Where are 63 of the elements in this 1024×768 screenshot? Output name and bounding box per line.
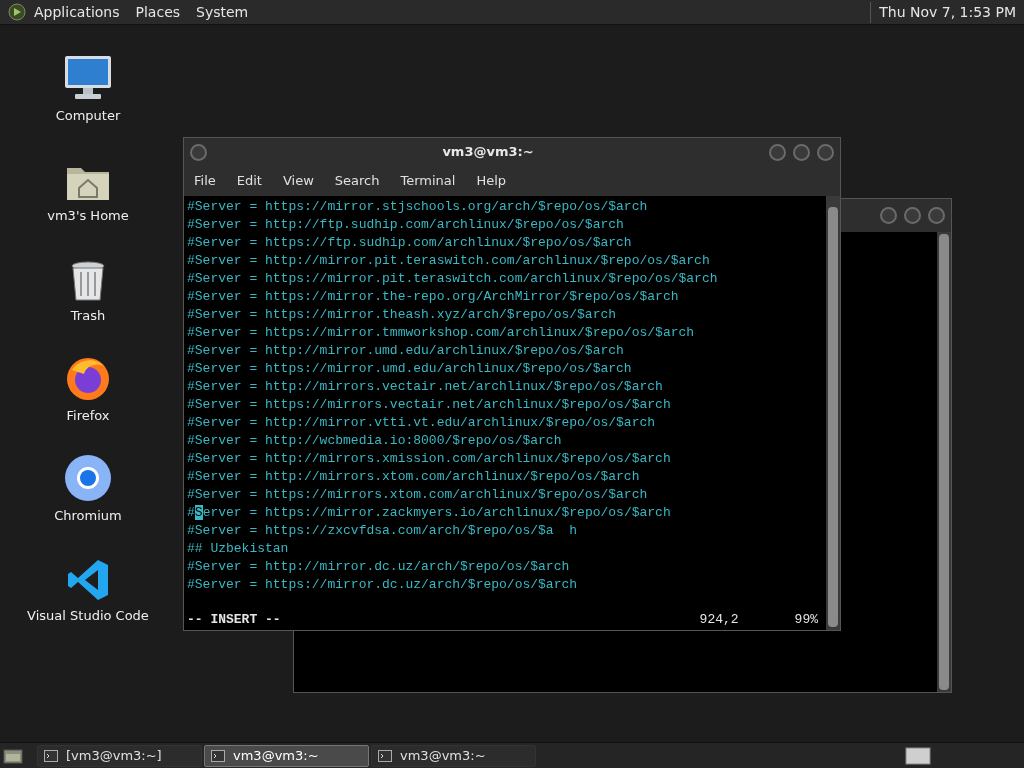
file-line: #Server = https://mirror.pit.teraswitch.com/archlinux/$repo/os/$arch	[187, 271, 718, 286]
show-desktop-icon[interactable]	[3, 746, 23, 765]
trash-can-icon	[69, 259, 107, 302]
desktop-icon-label[interactable]: Computer	[55, 105, 121, 125]
close-button[interactable]	[817, 143, 834, 161]
workspace-switcher-icon[interactable]	[905, 746, 931, 765]
scrollbar-thumb[interactable]	[828, 207, 838, 627]
panel-menu[interactable]: System	[196, 1, 249, 23]
desktop-icon-label[interactable]: Firefox	[66, 405, 110, 425]
file-line: #Server = http://mirrors.vectair.net/archlinux/$repo/os/$arch	[187, 379, 663, 394]
file-line: #Server = http://mirrors.xmission.com/archlinux/$repo/os/$arch	[187, 451, 671, 466]
file-line: #Server = https://ftp.sudhip.com/archlinux/$repo/os/$arch	[187, 235, 632, 250]
code-editor-logo-icon	[66, 557, 110, 602]
file-line: ## Uzbekistan	[187, 541, 289, 556]
maximize-button[interactable]	[793, 143, 810, 161]
file-line: #Server = https://mirror.theash.xyz/arch/$repo/os/$arch	[187, 307, 617, 322]
file-line: #Server = http://mirrors.xtom.com/archlinux/$repo/os/$arch	[187, 469, 640, 484]
file-line: #Server = https://mirror.umd.edu/archlinux/$repo/os/$arch	[187, 361, 632, 376]
taskbar-task[interactable]: vm3@vm3:~	[204, 744, 369, 767]
taskbar-task[interactable]: vm3@vm3:~	[371, 744, 536, 767]
menu-item[interactable]: Edit	[236, 171, 262, 191]
panel-menu[interactable]: Applications	[34, 1, 120, 23]
file-line: #Server = http://ftp.sudhip.com/archlinux/$repo/os/$arch	[187, 217, 624, 232]
distro-logo-icon[interactable]	[8, 3, 26, 21]
terminal-icon	[378, 749, 392, 762]
file-line: #Server = https://zxcvfdsa.com/arch/$repo/os/$a h	[187, 523, 578, 538]
window-menu-button[interactable]	[190, 143, 207, 161]
desktop-icon-label[interactable]: vm3's Home	[47, 205, 129, 225]
window-title: vm3@vm3:~	[441, 143, 535, 162]
desktop-icon-label[interactable]: Visual Studio Code	[27, 605, 149, 625]
mode-indicator: -- INSERT --	[187, 611, 281, 629]
taskbar-task[interactable]: [vm3@vm3:~]	[37, 744, 202, 767]
file-line: #Server = http://mirror.vtti.vt.edu/archlinux/$repo/os/$arch	[187, 415, 656, 430]
file-line: #Server = https://mirror.dc.uz/arch/$repo/os/$arch	[187, 577, 578, 592]
file-line: #Server = https://mirror.stjschools.org/arch/$repo/os/$arch	[187, 199, 648, 214]
scrollbar[interactable]	[826, 196, 840, 630]
browser-logo-icon	[64, 453, 112, 502]
maximize-button[interactable]	[904, 207, 921, 224]
file-line: #Server = https://mirror.tmmworkshop.com/archlinux/$repo/os/$arch	[187, 325, 695, 340]
minimize-button[interactable]	[880, 207, 897, 224]
menu-item[interactable]: Terminal	[400, 171, 456, 191]
scroll-percent: 99%	[794, 611, 818, 629]
file-line: #Server = http://mirror.pit.teraswitch.com/archlinux/$repo/os/$arch	[187, 253, 710, 268]
desktop-icon-label[interactable]: Trash	[70, 305, 106, 325]
file-line: #Server = https://mirrors.xtom.com/archlinux/$repo/os/$arch	[187, 487, 648, 502]
menu-item[interactable]: Search	[334, 171, 380, 191]
file-line: #Server = http://wcbmedia.io:8000/$repo/os/$arch	[187, 433, 562, 448]
close-button[interactable]	[928, 207, 945, 224]
menu-item[interactable]: View	[282, 171, 314, 191]
file-line: #Server = https://mirror.the-repo.org/ArchMirror/$repo/os/$arch	[187, 289, 679, 304]
file-line: #Server = http://mirror.dc.uz/arch/$repo/os/$arch	[187, 559, 570, 574]
cursor-position: 924,2	[699, 611, 739, 629]
terminal-icon	[211, 749, 225, 762]
terminal-icon	[44, 749, 58, 762]
panel-menu[interactable]: Places	[135, 1, 181, 23]
monitor-icon	[63, 53, 113, 102]
file-line: #Server = http://mirror.umd.edu/archlinux/$repo/os/$arch	[187, 343, 624, 358]
minimize-button[interactable]	[769, 143, 786, 161]
menu-item[interactable]: Help	[476, 171, 507, 191]
desktop-icon-label[interactable]: Chromium	[54, 505, 122, 525]
file-line: #Server = https://mirrors.vectair.net/archlinux/$repo/os/$arch	[187, 397, 671, 412]
menu-item[interactable]: File	[194, 171, 216, 191]
clock[interactable]: Thu Nov 7, 1:53 PM	[870, 1, 1016, 23]
